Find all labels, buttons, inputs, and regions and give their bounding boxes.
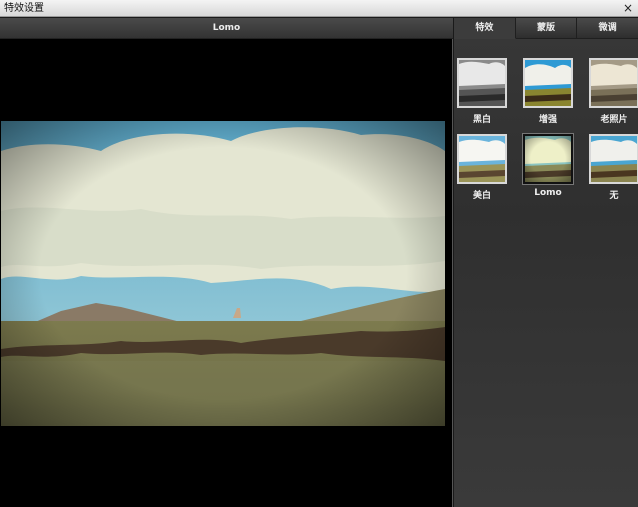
effect-thumb-none[interactable] [589,134,638,184]
effect-thumb-enhance[interactable] [523,58,573,108]
effect-label-lomo: Lomo [534,188,562,198]
close-button[interactable]: × [621,0,635,16]
window-title: 特效设置 [4,3,44,14]
effect-thumb-whiten[interactable] [457,134,507,184]
preview-canvas [0,39,453,507]
effect-label-enhance: 增强 [538,115,557,125]
effect-thumb-lomo[interactable] [523,134,573,184]
tab-effects[interactable]: 特效 [454,18,516,39]
effect-label-bw: 黑白 [472,115,491,125]
tab-mask[interactable]: 蒙版 [515,18,578,39]
effect-thumb-old-photo[interactable] [589,58,638,108]
effect-thumb-bw[interactable] [457,58,507,108]
effect-label-none: 无 [609,191,619,201]
preview-photo [1,121,445,426]
effect-label-old-photo: 老照片 [600,115,628,125]
tab-adjust[interactable]: 微调 [577,18,638,39]
effect-label-whiten: 美白 [472,191,491,201]
effects-panel: 特效 蒙版 微调 黑白 增强 老照片 美白 Lomo 无 [454,18,638,507]
preview-title: Lomo [0,18,453,39]
window-titlebar: 特效设置 × [0,0,638,17]
panel-tabs: 特效 蒙版 微调 [454,18,638,39]
